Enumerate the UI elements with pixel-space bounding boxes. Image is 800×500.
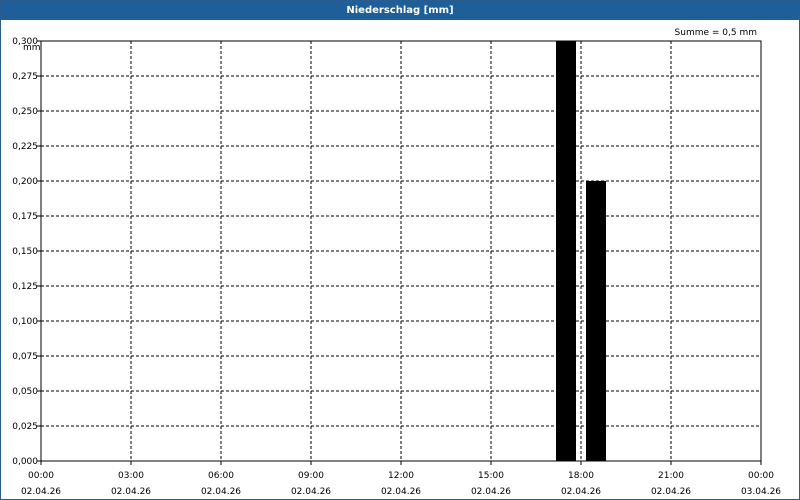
sum-label: Summe = 0,5 mm <box>675 28 757 38</box>
x-tick-date: 02.04.26 <box>291 487 331 497</box>
y-tick-label: 0,175 <box>12 212 38 222</box>
x-tick-time: 15:00 <box>478 471 504 481</box>
x-tick-date: 02.04.26 <box>381 487 421 497</box>
y-tick-label: 0,250 <box>12 107 38 117</box>
x-tick-time: 00:00 <box>748 471 774 481</box>
x-tick-time: 09:00 <box>298 471 324 481</box>
precipitation-bar <box>556 41 576 461</box>
x-tick-time: 12:00 <box>388 471 414 481</box>
y-tick-label: 0,125 <box>12 282 38 292</box>
tick-labels: 0,000 0,025 0,050 0,075 0,100 0,125 0,150 0,175… <box>12 37 781 497</box>
x-tick-time: 03:00 <box>118 471 144 481</box>
y-axis-unit: mm <box>23 43 41 53</box>
x-tick-time: 18:00 <box>568 471 594 481</box>
y-tick-label: 0,150 <box>12 247 38 257</box>
x-tick-date: 02.04.26 <box>201 487 241 497</box>
y-tick-label: 0,225 <box>12 142 38 152</box>
axes <box>37 40 762 465</box>
precipitation-chart: 0,000 0,025 0,050 0,075 0,100 0,125 0,150 0,175… <box>12 28 781 497</box>
x-tick-time: 00:00 <box>28 471 54 481</box>
y-tick-label: 0,275 <box>12 72 38 82</box>
x-tick-date: 02.04.26 <box>471 487 511 497</box>
y-tick-label: 0,100 <box>12 317 38 327</box>
x-tick-date: 02.04.26 <box>111 487 151 497</box>
x-tick-time: 06:00 <box>208 471 234 481</box>
y-tick-label: 0,050 <box>12 387 38 397</box>
y-tick-label: 0,075 <box>12 352 38 362</box>
x-tick-date: 02.04.26 <box>561 487 601 497</box>
chart-window: Niederschlag [mm] 0,000 0,025 0,050 0,075 0,… <box>0 0 800 500</box>
y-tick-label: 0,200 <box>12 177 38 187</box>
x-tick-time: 21:00 <box>658 471 684 481</box>
x-tick-date: 02.04.26 <box>651 487 691 497</box>
x-tick-date: 02.04.26 <box>21 487 61 497</box>
y-tick-label: 0,000 <box>12 457 38 467</box>
precipitation-bar <box>586 181 606 461</box>
y-tick-label: 0,025 <box>12 422 38 432</box>
grid-lines <box>41 40 761 461</box>
x-tick-date: 03.04.26 <box>741 487 781 497</box>
